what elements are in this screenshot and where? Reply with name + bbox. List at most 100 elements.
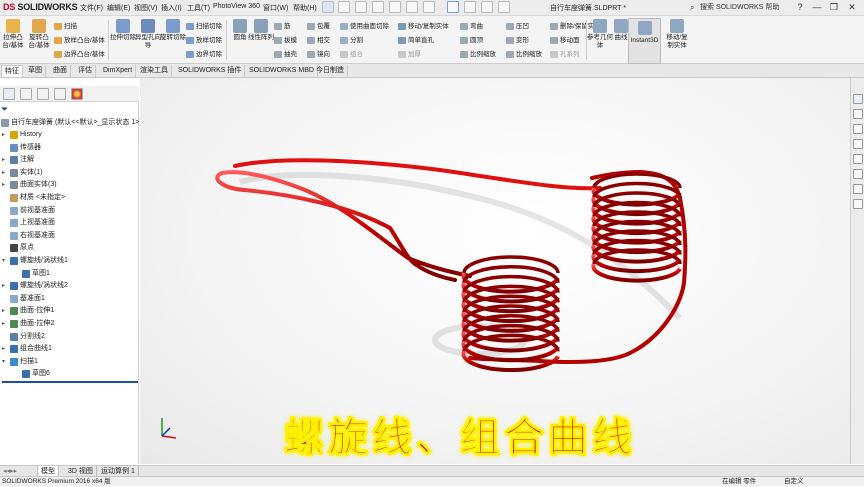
appearances-icon[interactable]	[853, 169, 863, 179]
options-gear-icon[interactable]	[498, 1, 510, 13]
expand-arrow-icon[interactable]: ▾	[2, 255, 5, 267]
resources-icon[interactable]	[853, 109, 863, 119]
intersect-button[interactable]: 相交	[307, 36, 330, 45]
maximize-button[interactable]: ❐	[827, 1, 841, 14]
dome-button[interactable]: 圆顶	[460, 36, 483, 45]
move-face-button[interactable]: 移动面	[550, 36, 580, 45]
new-document-icon[interactable]	[355, 1, 367, 13]
property-manager-icon[interactable]	[20, 88, 32, 100]
tab-features[interactable]: 特征	[1, 65, 23, 77]
tab-manufacturing[interactable]: 今日制造	[313, 65, 348, 77]
feature-tree-icon[interactable]	[3, 88, 15, 100]
tab-render-tools[interactable]: 渲染工具	[137, 65, 172, 77]
configuration-manager-icon[interactable]	[37, 88, 49, 100]
expand-arrow-icon[interactable]: ▸	[2, 305, 5, 317]
simple-hole-button[interactable]: 简单直孔	[398, 36, 434, 45]
lofted-cut-button[interactable]: 放样切除	[186, 36, 222, 45]
boundary-cut-button[interactable]: 边界切除	[186, 50, 222, 59]
split-button[interactable]: 分割	[340, 36, 363, 45]
menu-file[interactable]: 文件(F)	[80, 3, 103, 13]
simple-hole-label: 简单直孔	[408, 37, 434, 44]
expand-arrow-icon[interactable]: ▸	[2, 154, 5, 166]
rib-button[interactable]: 筋	[274, 22, 291, 31]
solidworks-forum-icon[interactable]	[853, 199, 863, 209]
cut-with-surface-button[interactable]: 使用曲面切除	[340, 22, 389, 31]
undo-icon[interactable]	[423, 1, 435, 13]
indent-icon	[506, 23, 514, 30]
tab-evaluate[interactable]: 评估	[75, 65, 96, 77]
extrude-boss-button[interactable]: 拉伸凸台/基体	[0, 18, 26, 50]
boundary-boss-button[interactable]: 边界凸台/基体	[54, 50, 105, 59]
menu-view[interactable]: 视图(V)	[134, 3, 157, 13]
expand-arrow-icon[interactable]: ▸	[2, 179, 5, 191]
save-icon[interactable]	[389, 1, 401, 13]
thicken-button[interactable]: 加厚	[398, 50, 421, 59]
rollback-bar[interactable]	[2, 381, 138, 383]
hole-series-button[interactable]: 孔系列	[550, 50, 580, 59]
menu-help[interactable]: 帮助(H)	[293, 3, 317, 13]
expand-arrow-icon[interactable]: ▾	[2, 356, 5, 368]
mirror-button[interactable]: 镜向	[307, 50, 330, 59]
tab-sketch[interactable]: 草图	[25, 65, 46, 77]
minimize-button[interactable]: —	[810, 1, 824, 14]
move-copy-body-small-button[interactable]: 移动/复制实体	[398, 22, 449, 31]
design-library-icon[interactable]	[853, 124, 863, 134]
open-folder-icon[interactable]	[372, 1, 384, 13]
expand-arrow-icon[interactable]: ▸	[2, 318, 5, 330]
shell-button[interactable]: 抽壳	[274, 50, 297, 59]
solidworks-logo[interactable]: DS SOLIDWORKS	[3, 2, 78, 12]
help-button[interactable]: ?	[793, 1, 807, 14]
linear-pattern-button[interactable]: 线性阵列	[248, 18, 274, 42]
logo-text: SOLIDWORKS	[17, 2, 78, 12]
combine-button[interactable]: 组合	[340, 50, 363, 59]
home-icon[interactable]	[853, 94, 863, 104]
help-search-field[interactable]: ⌕ 搜索 SOLIDWORKS 帮助	[690, 2, 792, 14]
hole-wizard-button[interactable]: 异型孔向导	[135, 18, 161, 50]
pin-icon[interactable]	[322, 1, 334, 13]
menu-window[interactable]: 窗口(W)	[263, 3, 288, 13]
dimxpert-manager-icon[interactable]	[54, 88, 66, 100]
menu-insert[interactable]: 插入(I)	[161, 3, 182, 13]
custom-properties-icon[interactable]	[853, 184, 863, 194]
rebuild-icon[interactable]	[464, 1, 476, 13]
select-cursor-icon[interactable]	[447, 1, 459, 13]
filter-icon[interactable]: ⏷	[1, 104, 8, 115]
tab-dimxpert[interactable]: DimXpert	[100, 65, 137, 77]
expand-arrow-icon[interactable]: ▸	[2, 167, 5, 179]
graphics-area[interactable]	[140, 78, 850, 464]
menu-edit[interactable]: 编辑(E)	[107, 3, 130, 13]
tab-surfaces[interactable]: 曲面	[50, 65, 71, 77]
display-manager-icon[interactable]	[71, 88, 83, 100]
scale-button-1[interactable]: 比例缩放	[460, 50, 496, 59]
print-icon[interactable]	[406, 1, 418, 13]
extrude-cut-button[interactable]: 拉伸切除	[110, 18, 136, 42]
expand-arrow-icon[interactable]: ▸	[2, 343, 5, 355]
extrude-boss-icon	[6, 19, 20, 33]
cut-with-surface-icon	[340, 23, 348, 30]
menu-tools[interactable]: 工具(T)	[187, 3, 210, 13]
file-properties-icon[interactable]	[481, 1, 493, 13]
expand-arrow-icon[interactable]: ▸	[2, 129, 5, 141]
sweep-button[interactable]: 扫描	[54, 22, 77, 31]
close-button[interactable]: ✕	[845, 1, 859, 14]
flex-button[interactable]: 弯曲	[460, 22, 483, 31]
view-palette-icon[interactable]	[853, 154, 863, 164]
tab-solidworks-addins[interactable]: SOLIDWORKS 插件	[175, 65, 246, 77]
spring-model[interactable]	[140, 78, 850, 464]
tab-solidworks-mbd[interactable]: SOLIDWORKS MBD	[246, 65, 318, 77]
expand-arrow-icon[interactable]: ▸	[2, 280, 5, 292]
home-icon[interactable]	[338, 1, 350, 13]
deform-button[interactable]: 变形	[506, 36, 529, 45]
revolve-boss-button[interactable]: 旋转凸台/基体	[26, 18, 52, 50]
revolve-cut-button[interactable]: 旋转切除	[160, 18, 186, 42]
file-explorer-icon[interactable]	[853, 139, 863, 149]
indent-button[interactable]: 压凹	[506, 22, 529, 31]
wrap-button[interactable]: 包覆	[307, 22, 330, 31]
move-copy-body-button[interactable]: 移动/复制实体	[664, 18, 690, 50]
draft-button[interactable]: 拔模	[274, 36, 297, 45]
swept-cut-button[interactable]: 扫描切除	[186, 22, 222, 31]
instant3d-button[interactable]: Instant3D	[628, 18, 661, 64]
scale-button-2[interactable]: 比例缩放	[506, 50, 542, 59]
menu-photoview[interactable]: PhotoView 360	[213, 3, 260, 10]
loft-boss-button[interactable]: 放样凸台/基体	[54, 36, 105, 45]
